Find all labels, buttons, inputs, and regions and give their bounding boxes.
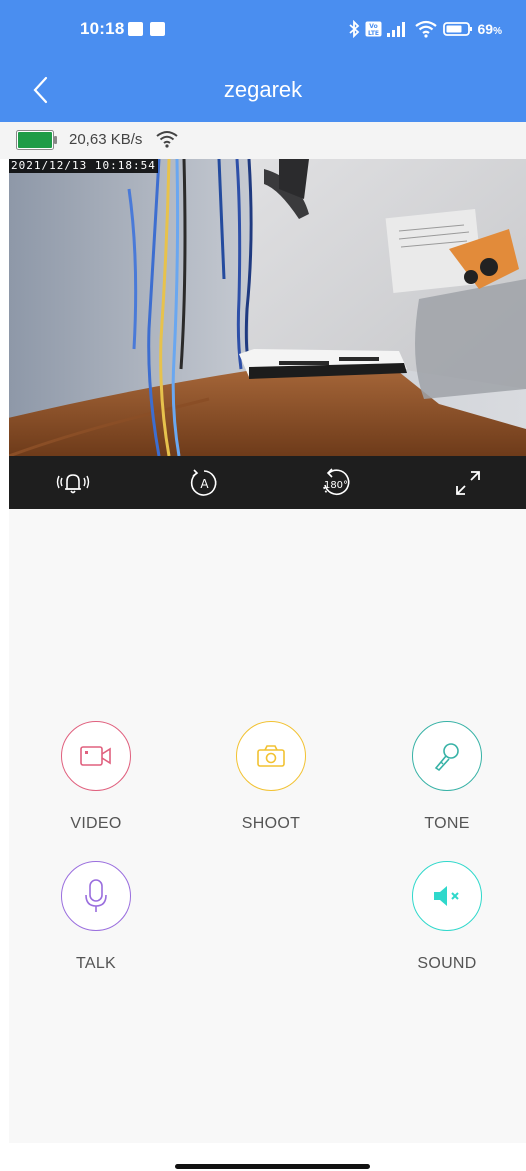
stream-speed: 20,63 KB/s [69, 131, 143, 148]
volte-icon: VoLTE [365, 21, 382, 37]
microphone-karaoke-icon [434, 743, 459, 772]
wifi-icon [156, 131, 178, 148]
page-title: zegarek [223, 77, 303, 102]
notification-square-icon [128, 22, 143, 36]
wifi-icon [414, 20, 437, 38]
battery-icon [442, 22, 472, 36]
live-video-feed[interactable] [9, 159, 526, 456]
sound-label: SOUND [417, 955, 477, 972]
fullscreen-button[interactable] [451, 466, 485, 500]
svg-text:180°: 180° [324, 480, 348, 491]
svg-text:Vo: Vo [369, 23, 377, 30]
rotate-180-button[interactable]: 180° [318, 466, 352, 500]
shoot-button[interactable]: SHOOT [216, 721, 326, 833]
video-record-button[interactable]: VIDEO [41, 721, 151, 833]
talk-button[interactable]: TALK [41, 861, 151, 973]
signal-icon [386, 22, 405, 37]
svg-text:A: A [200, 477, 209, 491]
camera-icon [257, 745, 285, 767]
bluetooth-icon [348, 20, 359, 38]
video-record-circle [61, 721, 131, 791]
auto-rotate-icon: A [190, 469, 217, 496]
shoot-circle [236, 721, 306, 791]
video-record-icon [80, 746, 111, 766]
player-control-bar: A 180° [9, 456, 526, 509]
talk-label: TALK [75, 955, 117, 972]
alarm-bell-icon [56, 474, 90, 494]
sound-button[interactable]: SOUND [392, 861, 502, 973]
status-bar: 10:18 Vo LTE 69% [0, 0, 526, 60]
status-time: 10:18 [80, 19, 125, 38]
shoot-label: SHOOT [241, 815, 301, 832]
home-indicator[interactable] [175, 1164, 370, 1169]
rotate-180-icon: 180° [323, 468, 350, 495]
camera-view-image [9, 159, 526, 456]
video-label: VIDEO [70, 815, 122, 832]
battery-percent: 69% [477, 21, 502, 37]
auto-rotate-button[interactable]: A [187, 466, 221, 500]
device-battery-icon [16, 130, 57, 150]
speaker-mute-icon [434, 886, 459, 906]
video-timestamp: 2021/12/13 10:18:54 [9, 159, 158, 173]
app-bar: zegarek [0, 60, 526, 122]
tone-button[interactable]: TONE [392, 721, 502, 833]
alarm-button[interactable] [56, 466, 90, 500]
tone-circle [412, 721, 482, 791]
notification-square-icon [150, 22, 165, 36]
sound-circle [412, 861, 482, 931]
fullscreen-icon [456, 471, 480, 495]
tone-label: TONE [424, 815, 470, 832]
microphone-icon [85, 879, 107, 912]
talk-circle [61, 861, 131, 931]
svg-text:LTE: LTE [368, 30, 379, 37]
